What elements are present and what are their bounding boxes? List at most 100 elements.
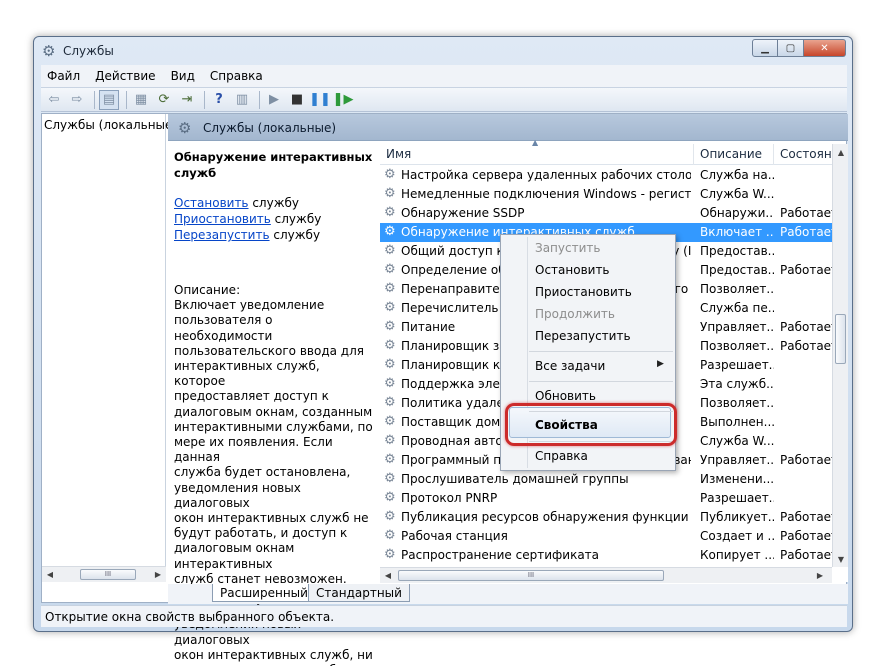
menu-help[interactable]: Справка <box>204 69 269 83</box>
ctx-refresh[interactable]: Обновить <box>535 389 596 403</box>
description-line: Включает уведомление <box>174 298 325 313</box>
service-row[interactable]: ⚙ Распространение сертификата Копирует ...… <box>380 546 832 565</box>
menu-file[interactable]: Файл <box>41 69 86 83</box>
ctx-start[interactable]: Запустить <box>535 241 600 255</box>
service-name: Немедленные подключения Windows - регист… <box>401 187 691 201</box>
show-hide-tree-icon[interactable]: ▤ <box>99 89 119 110</box>
service-row[interactable]: ⚙ Настройка сервера удаленных рабочих сто… <box>380 166 832 185</box>
service-description-cell: Управляет... <box>700 320 774 334</box>
service-gear-icon: ⚙ <box>384 205 396 220</box>
service-name: Обнаружение SSDP <box>401 206 525 220</box>
ctx-all-tasks[interactable]: Все задачи <box>535 359 605 373</box>
tree-item-services-local[interactable]: Службы (локальные) <box>44 118 177 132</box>
service-row[interactable]: ⚙ Немедленные подключения Windows - регис… <box>380 185 832 204</box>
restart-link[interactable]: Перезапустить <box>174 228 270 242</box>
ctx-pause[interactable]: Приостановить <box>535 285 632 299</box>
service-description-cell: Обнаружи... <box>700 206 774 220</box>
refresh-icon[interactable]: ⟳ <box>154 90 174 110</box>
scroll-thumb[interactable]: III <box>80 569 136 580</box>
list-vertical-scrollbar[interactable]: ▲ ▼ <box>832 144 848 567</box>
toolbar-separator <box>94 90 95 109</box>
pause-action: Приостановить службу <box>174 211 374 227</box>
service-row[interactable]: ⚙ Обнаружение SSDP Обнаружи... Работает <box>380 204 832 223</box>
scroll-right-icon[interactable]: ▶ <box>812 568 828 583</box>
service-name: Распространение сертификата <box>401 548 600 562</box>
description-line: мере их появления. Если данная <box>174 435 333 465</box>
ctx-help[interactable]: Справка <box>535 449 588 463</box>
column-description[interactable]: Описание <box>694 144 774 165</box>
tab-extended[interactable]: Расширенный <box>212 584 316 602</box>
menu-view[interactable]: Вид <box>165 69 201 83</box>
scroll-thumb[interactable] <box>835 314 846 364</box>
submenu-arrow-icon: ▶ <box>657 359 664 369</box>
description-line: интерактивных служб, которое <box>174 359 320 389</box>
service-gear-icon: ⚙ <box>384 547 396 562</box>
menu-action[interactable]: Действие <box>89 69 161 83</box>
pause-link[interactable]: Приостановить <box>174 212 271 226</box>
properties-highlight-ring <box>505 403 677 446</box>
title-bar[interactable]: ⚙ Службы ▁ ▢ ✕ <box>34 37 852 65</box>
restart-service-icon[interactable]: ❚▶ <box>333 90 354 110</box>
status-bar: Открытие окна свойств выбранного объекта… <box>41 605 847 627</box>
service-details: Обнаружение интерактивных служб Останови… <box>168 141 380 666</box>
service-state: Работает <box>780 206 832 220</box>
ctx-restart[interactable]: Перезапустить <box>535 329 631 343</box>
action-suffix: службу <box>269 228 321 242</box>
description-line: диалоговым окнам интерактивных <box>174 541 295 571</box>
stop-service-icon[interactable]: ■ <box>287 90 307 110</box>
console-tree: Службы (локальные) ◀ III ▶ <box>42 114 177 582</box>
service-actions: Остановить службу Приостановить службу П… <box>174 195 374 243</box>
maximize-button[interactable]: ▢ <box>778 39 804 57</box>
tab-standard[interactable]: Стандартный <box>308 584 410 602</box>
description-line: интерактивными службами, по <box>174 419 373 434</box>
service-gear-icon: ⚙ <box>384 300 396 315</box>
service-description-cell: Эта служб... <box>700 377 774 391</box>
export-list-icon[interactable]: ⇥ <box>177 90 197 110</box>
tree-horizontal-scrollbar[interactable]: ◀ III ▶ <box>42 566 166 582</box>
stop-link[interactable]: Остановить <box>174 196 249 210</box>
service-state: Работает <box>780 548 832 562</box>
gear-icon: ⚙ <box>178 119 192 137</box>
restart-action: Перезапустить службу <box>174 227 374 243</box>
close-button[interactable]: ✕ <box>804 39 846 57</box>
scroll-right-icon[interactable]: ▶ <box>150 567 166 582</box>
forward-icon[interactable]: ⇨ <box>67 90 87 110</box>
gear-icon: ⚙ <box>42 42 56 60</box>
scroll-down-icon[interactable]: ▼ <box>833 551 849 567</box>
column-name[interactable]: Имя <box>380 144 694 165</box>
properties-icon[interactable]: ▦ <box>131 90 151 110</box>
scroll-left-icon[interactable]: ◀ <box>380 568 396 583</box>
help-icon[interactable]: ? <box>209 90 229 110</box>
minimize-button[interactable]: ▁ <box>752 39 778 57</box>
service-description-cell: Публикует... <box>700 510 774 524</box>
service-gear-icon: ⚙ <box>384 490 396 505</box>
ctx-stop[interactable]: Остановить <box>535 263 610 277</box>
toolbar-separator <box>259 90 260 109</box>
window-title: Службы <box>63 44 114 58</box>
scroll-left-icon[interactable]: ◀ <box>42 567 58 582</box>
service-description-cell: Позволяет... <box>700 396 774 410</box>
service-row[interactable]: ⚙ Публикация ресурсов обнаружения функции… <box>380 508 832 527</box>
scroll-up-icon[interactable]: ▲ <box>833 144 849 160</box>
service-description-cell: Управляет... <box>700 453 774 467</box>
description-line: будут работать, и доступ к <box>174 526 348 541</box>
ctx-resume[interactable]: Продолжить <box>535 307 615 321</box>
service-row[interactable]: ⚙ Прослушиватель домашней группы Изменени.… <box>380 470 832 489</box>
menu-separator <box>529 351 673 352</box>
service-state: Работает <box>780 529 832 543</box>
details-view-icon[interactable]: ▥ <box>232 90 252 110</box>
column-state[interactable]: Состояние <box>774 144 832 165</box>
service-row[interactable]: ⚙ Протокол PNRP Разрешает... <box>380 489 832 508</box>
service-description-cell: Включает ... <box>700 225 774 239</box>
pause-service-icon[interactable]: ❚❚ <box>309 90 331 110</box>
service-row[interactable]: ⚙ Рабочая станция Создает и ... Работает <box>380 527 832 546</box>
back-icon[interactable]: ⇦ <box>44 90 64 110</box>
service-description-cell: Служба на... <box>700 168 774 182</box>
scroll-thumb[interactable]: III <box>398 570 664 581</box>
service-description-cell: Служба пе... <box>700 301 774 315</box>
list-horizontal-scrollbar[interactable]: ◀ III ▶ <box>380 567 832 583</box>
stop-action: Остановить службу <box>174 195 374 211</box>
service-description-cell: Создает и ... <box>700 529 774 543</box>
service-gear-icon: ⚙ <box>384 186 396 201</box>
start-service-icon[interactable]: ▶ <box>264 90 284 110</box>
